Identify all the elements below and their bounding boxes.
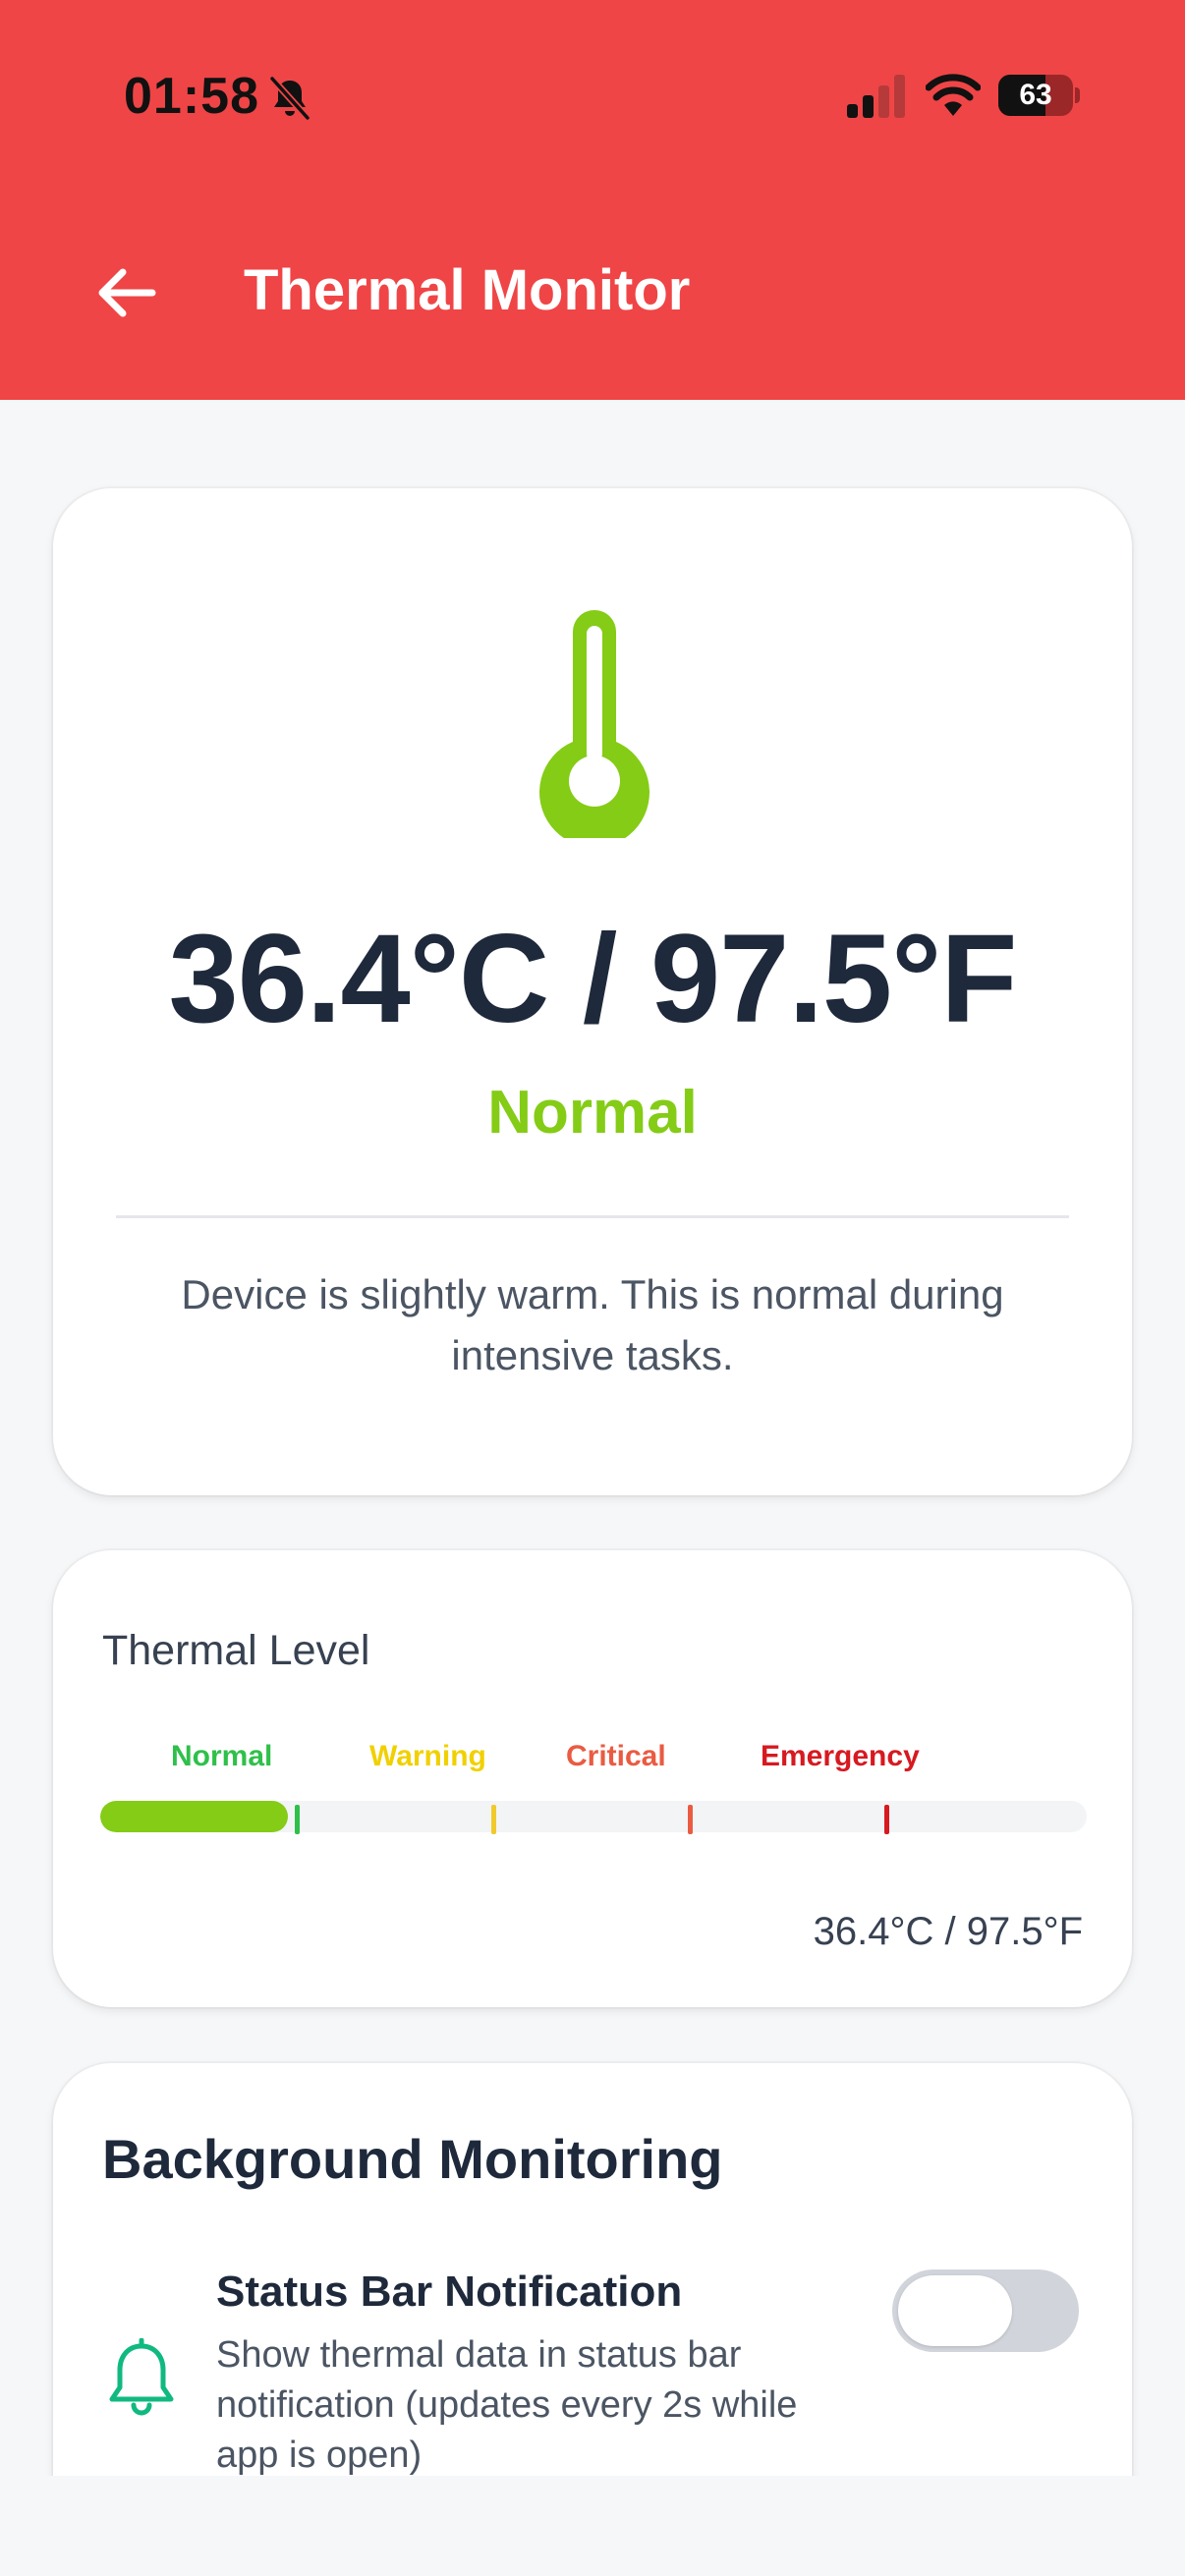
status-bar: 01:58 63	[0, 0, 1185, 196]
cellular-signal-icon	[847, 75, 905, 118]
tick-critical	[688, 1805, 693, 1834]
thermal-level-title: Thermal Level	[102, 1627, 370, 1674]
thermometer-icon	[539, 610, 649, 838]
level-label-normal: Normal	[171, 1740, 273, 1772]
section-title: Background Monitoring	[102, 2128, 723, 2190]
arrow-left-icon	[98, 268, 156, 317]
app-header: 01:58 63 Thermal Monitor	[0, 0, 1185, 400]
thermal-status: Normal	[487, 1079, 698, 1147]
divider	[116, 1215, 1069, 1218]
level-label-emergency: Emergency	[761, 1740, 920, 1772]
bottom-safe-area	[0, 2476, 1185, 2576]
screen: 01:58 63 Thermal Monitor 36.4°C / 97.5°F…	[0, 0, 1185, 2576]
page-title: Thermal Monitor	[244, 258, 691, 322]
temperature-card: 36.4°C / 97.5°F Normal Device is slightl…	[53, 488, 1132, 1495]
bell-off-icon	[268, 75, 311, 122]
temperature-reading: 36.4°C / 97.5°F	[168, 909, 1018, 1049]
bell-icon	[109, 2338, 174, 2416]
level-label-warning: Warning	[369, 1740, 486, 1772]
status-time: 01:58	[124, 68, 259, 125]
toggle-knob	[898, 2275, 1012, 2346]
thermal-level-reading: 36.4°C / 97.5°F	[813, 1910, 1083, 1953]
battery-body: 63	[998, 75, 1073, 116]
battery-level: 63	[1019, 79, 1052, 111]
tick-warning	[491, 1805, 496, 1834]
tick-emergency	[884, 1805, 889, 1834]
thermal-level-fill	[100, 1801, 288, 1832]
setting-title: Status Bar Notification	[216, 2268, 683, 2316]
tick-normal	[295, 1805, 300, 1834]
wifi-icon	[926, 74, 981, 116]
back-button[interactable]	[86, 253, 165, 332]
level-label-critical: Critical	[566, 1740, 666, 1772]
thermal-level-bar	[100, 1801, 1087, 1832]
battery-tip	[1075, 87, 1080, 103]
setting-description: Show thermal data in status bar notifica…	[216, 2334, 798, 2476]
status-bar-notification-toggle[interactable]	[892, 2269, 1079, 2352]
thermal-level-card: Thermal Level Normal Warning Critical Em…	[53, 1550, 1132, 2007]
status-description: Device is slightly warm. This is normal …	[181, 1271, 1004, 1378]
battery-indicator: 63	[998, 75, 1080, 116]
